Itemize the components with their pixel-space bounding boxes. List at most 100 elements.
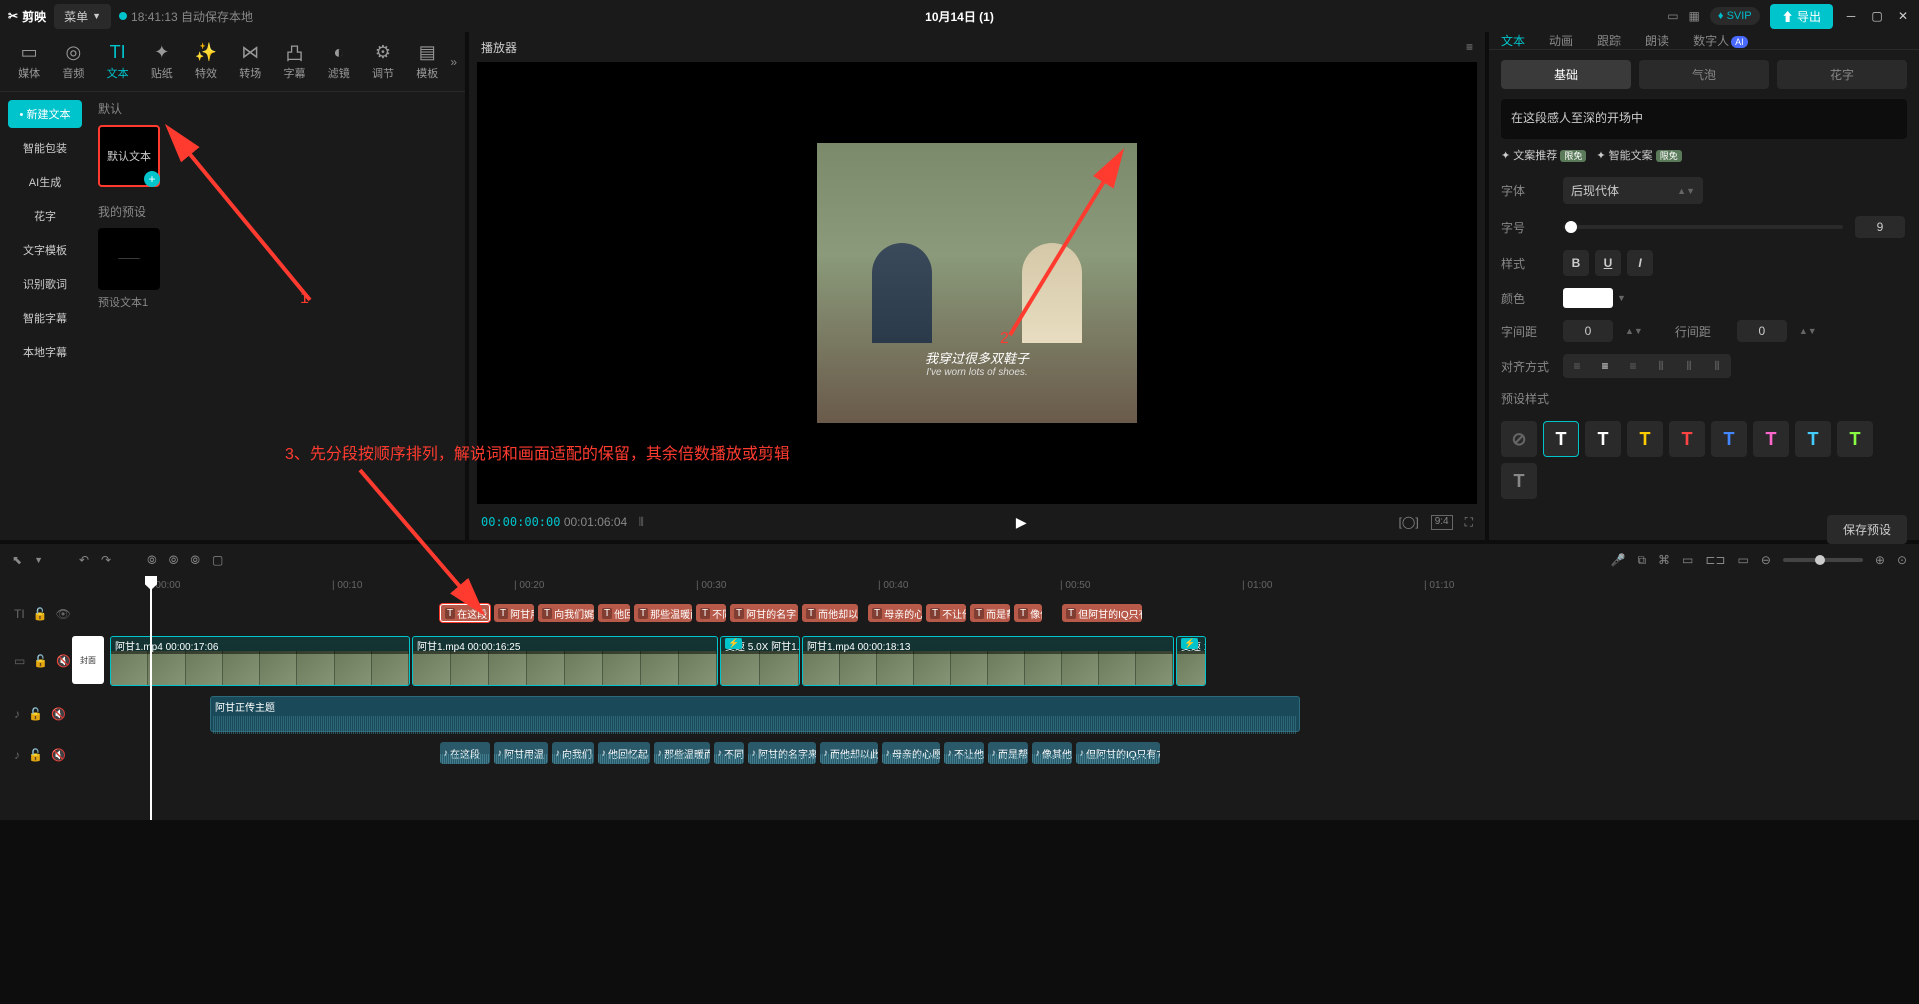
align-v2[interactable]: ⦀ xyxy=(1677,356,1701,376)
player-menu-icon[interactable]: ≡ xyxy=(1466,40,1473,54)
mic-icon[interactable]: 🎤 xyxy=(1610,553,1625,567)
preset-blue[interactable]: T xyxy=(1711,421,1747,457)
link-icon[interactable]: ⌘ xyxy=(1658,553,1670,567)
ai-recommend[interactable]: ✦ 文案推荐 限免 xyxy=(1501,147,1586,163)
redo-button[interactable]: ↷ xyxy=(101,553,111,567)
tool-more[interactable]: » xyxy=(450,55,457,69)
align-right[interactable]: ≡ xyxy=(1621,356,1645,376)
audio-voice-clip[interactable]: ♪向我们 xyxy=(552,742,594,764)
text-clip[interactable]: T阿甘的名字 xyxy=(730,604,798,622)
sidebar-new-text[interactable]: • 新建文本 xyxy=(8,100,82,128)
text-clip[interactable]: T像他 xyxy=(1014,604,1042,622)
mute-icon[interactable]: 🔇 xyxy=(51,748,66,762)
sidebar-ai-gen[interactable]: AI生成 xyxy=(8,168,82,196)
subtab-bubble[interactable]: 气泡 xyxy=(1639,60,1769,89)
panel-icon[interactable]: ▦ xyxy=(1689,9,1700,23)
mute-icon[interactable]: 🔇 xyxy=(51,707,66,721)
audio-voice-clip[interactable]: ♪但阿甘的IQ只有75 xyxy=(1076,742,1160,764)
preset-pink[interactable]: T xyxy=(1753,421,1789,457)
magnet-icon[interactable]: ⧉ xyxy=(1637,553,1646,568)
size-slider[interactable] xyxy=(1563,225,1843,229)
split-button[interactable]: ⦾ xyxy=(147,553,157,568)
bold-button[interactable]: B xyxy=(1563,250,1589,276)
text-clip[interactable]: T向我们娓娓 xyxy=(538,604,594,622)
undo-button[interactable]: ↶ xyxy=(79,553,89,567)
maximize-button[interactable]: ▢ xyxy=(1869,8,1885,24)
delete-button[interactable]: ▢ xyxy=(212,553,223,567)
lock-icon[interactable]: 🔓 xyxy=(33,607,48,621)
size-input[interactable]: 9 xyxy=(1855,216,1905,238)
video-clip[interactable]: 阿甘1.mp4 00:00:17:06 xyxy=(110,636,410,686)
align-v1[interactable]: ⦀ xyxy=(1649,356,1673,376)
italic-button[interactable]: I xyxy=(1627,250,1653,276)
svip-badge[interactable]: ♦ SVIP xyxy=(1710,7,1760,25)
subtab-basic[interactable]: 基础 xyxy=(1501,60,1631,89)
delete-left-button[interactable]: ⦾ xyxy=(169,553,179,568)
ai-smart[interactable]: ✦ 智能文案 限免 xyxy=(1596,147,1681,163)
text-clip[interactable]: T而是帮 xyxy=(970,604,1010,622)
text-clip[interactable]: T阿甘用 xyxy=(494,604,534,622)
tool-effect[interactable]: ✨特效 xyxy=(185,37,227,87)
player-viewport[interactable]: 我穿过很多双鞋子 I've worn lots of shoes. xyxy=(477,62,1477,504)
spacing-input[interactable]: 0 xyxy=(1563,320,1613,342)
mute-icon[interactable]: 🔇 xyxy=(56,654,71,668)
align-left[interactable]: ≡ xyxy=(1565,356,1589,376)
export-button[interactable]: ⬆ 导出 xyxy=(1770,4,1833,29)
audio-voice-clip[interactable]: ♪像其他 xyxy=(1032,742,1072,764)
sidebar-local-caption[interactable]: 本地字幕 xyxy=(8,338,82,366)
preset-white[interactable]: T xyxy=(1543,421,1579,457)
text-clip[interactable]: T而他却以 xyxy=(802,604,858,622)
audio-clip[interactable]: 阿甘正传主题 xyxy=(210,696,1300,732)
audio-voice-clip[interactable]: ♪不让他 xyxy=(944,742,984,764)
fullscreen-icon[interactable]: ⛶ xyxy=(1465,515,1473,530)
safe-zone-icon[interactable]: [◯] xyxy=(1399,515,1419,530)
track-icon[interactable]: ▭ xyxy=(1737,553,1748,567)
cursor-dropdown[interactable]: ▼ xyxy=(34,555,43,565)
text-content-input[interactable]: 在这段感人至深的开场中 xyxy=(1501,99,1907,139)
align-v3[interactable]: ⦀ xyxy=(1705,356,1729,376)
preset-cyan[interactable]: T xyxy=(1795,421,1831,457)
sidebar-smart-pack[interactable]: 智能包装 xyxy=(8,134,82,162)
tab-track[interactable]: 跟踪 xyxy=(1597,32,1621,49)
video-clip[interactable]: 阿甘1.mp4 00:00:18:13 xyxy=(802,636,1174,686)
zoom-slider[interactable] xyxy=(1783,558,1863,562)
play-button[interactable]: ▶ xyxy=(1016,514,1027,531)
playhead[interactable] xyxy=(150,576,152,820)
audio-voice-clip[interactable]: ♪阿甘用温 xyxy=(494,742,548,764)
audio-voice-clip[interactable]: ♪而是帮 xyxy=(988,742,1028,764)
visibility-icon[interactable]: 👁 xyxy=(56,607,71,621)
text-clip[interactable]: T那些温暖而 xyxy=(634,604,692,622)
lock-icon[interactable]: 🔓 xyxy=(28,707,43,721)
tool-filter[interactable]: ◐滤镜 xyxy=(318,37,360,87)
preset-yellow[interactable]: T xyxy=(1627,421,1663,457)
text-clip[interactable]: T不同 xyxy=(696,604,726,622)
font-select[interactable]: 后现代体▲▼ xyxy=(1563,177,1703,204)
timeline-ruler[interactable]: | 00:00| 00:10| 00:20| 00:30| 00:40| 00:… xyxy=(0,576,1919,600)
tool-sticker[interactable]: ✦贴纸 xyxy=(141,37,183,87)
audio-voice-clip[interactable]: ♪阿甘的名字来 xyxy=(748,742,816,764)
preset-red[interactable]: T xyxy=(1669,421,1705,457)
delete-right-button[interactable]: ⦾ xyxy=(190,553,200,568)
minimize-button[interactable]: ─ xyxy=(1843,8,1859,24)
sidebar-smart-caption[interactable]: 智能字幕 xyxy=(8,304,82,332)
tool-caption[interactable]: 凸字幕 xyxy=(273,37,315,87)
lock-icon[interactable]: 🔓 xyxy=(33,654,48,668)
subtab-fancy[interactable]: 花字 xyxy=(1777,60,1907,89)
snap-icon[interactable]: ⊏⊐ xyxy=(1705,553,1725,567)
ratio-icon[interactable]: 9:4 xyxy=(1431,515,1453,530)
video-clip[interactable]: 阿甘1.mp4 00:00:16:25 xyxy=(412,636,718,686)
tab-read[interactable]: 朗读 xyxy=(1645,32,1669,49)
audio-voice-clip[interactable]: ♪不同 xyxy=(714,742,744,764)
preset-gray[interactable]: T xyxy=(1501,463,1537,499)
preview-icon[interactable]: ▭ xyxy=(1682,553,1693,567)
sidebar-fancy[interactable]: 花字 xyxy=(8,202,82,230)
align-center[interactable]: ≡ xyxy=(1593,356,1617,376)
tab-text[interactable]: 文本 xyxy=(1501,32,1525,49)
menu-button[interactable]: 菜单▼ xyxy=(54,4,111,29)
zoom-fit[interactable]: ⊙ xyxy=(1897,553,1907,567)
underline-button[interactable]: U xyxy=(1595,250,1621,276)
sidebar-template[interactable]: 文字模板 xyxy=(8,236,82,264)
tool-media[interactable]: ▭媒体 xyxy=(8,37,50,87)
tool-template[interactable]: ▤模板 xyxy=(406,37,448,87)
marker-icon[interactable]: ⦀ xyxy=(639,515,644,529)
